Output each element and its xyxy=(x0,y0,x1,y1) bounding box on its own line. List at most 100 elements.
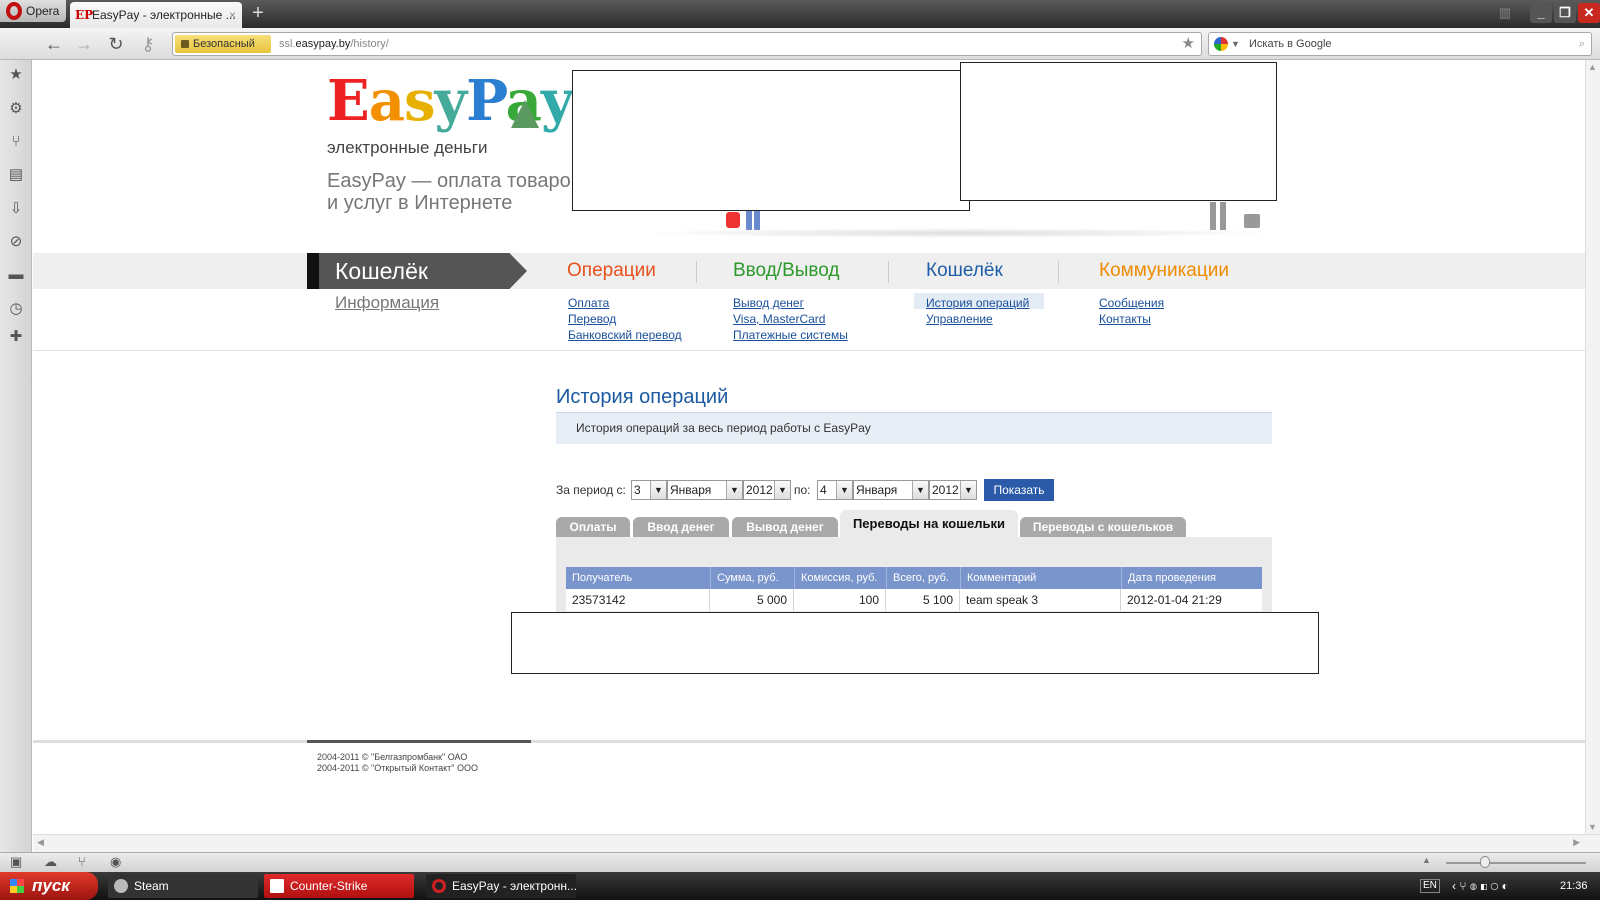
show-button[interactable]: Показать xyxy=(984,479,1054,501)
add-panel-icon[interactable]: ✚ xyxy=(7,328,25,346)
taskbar-cs-label: Counter-Strike xyxy=(290,879,368,893)
tab-payments[interactable]: Оплаты xyxy=(556,517,630,537)
figure-gray-icon xyxy=(1220,202,1226,230)
taskbar-counter-strike[interactable]: Counter-Strike xyxy=(264,874,414,898)
downloads-icon[interactable]: ⇩ xyxy=(7,200,25,218)
chevron-down-icon: ▼ xyxy=(836,481,852,499)
reload-button[interactable]: ↻ xyxy=(104,32,128,56)
column-header-comment[interactable]: Комментарий xyxy=(960,567,1121,589)
to-month-select[interactable]: Января ▼ xyxy=(853,480,929,500)
tab-title: EasyPay - электронные ... xyxy=(92,8,236,22)
close-window-button[interactable]: ✕ xyxy=(1578,3,1600,23)
panel-toggle-icon[interactable]: ▣ xyxy=(10,854,22,870)
column-header-date[interactable]: Дата проведения xyxy=(1121,567,1262,589)
active-section-wallet[interactable]: Кошелёк xyxy=(307,253,527,289)
menu-communications[interactable]: Коммуникации xyxy=(1099,258,1229,284)
menu-divider xyxy=(696,261,697,283)
clock[interactable]: 21:36 xyxy=(1560,872,1588,900)
restore-button[interactable]: ❐ xyxy=(1554,3,1576,23)
opera-logo-icon xyxy=(6,2,22,20)
links-icon[interactable]: ⊘ xyxy=(7,233,25,251)
to-year-select[interactable]: 2012 ▼ xyxy=(929,480,977,500)
column-header-commission[interactable]: Комиссия, руб. xyxy=(794,567,886,589)
zoom-slider[interactable] xyxy=(1446,862,1586,864)
taskbar-steam[interactable]: Steam xyxy=(108,874,258,898)
submenu-payment[interactable]: Оплата xyxy=(568,295,682,311)
opera-icon xyxy=(432,879,446,893)
tab-close-icon[interactable]: × xyxy=(229,2,236,28)
scroll-right-icon[interactable]: ▶ xyxy=(1573,837,1580,848)
horizontal-scrollbar[interactable]: ◀ ▶ xyxy=(33,834,1600,852)
scroll-left-icon[interactable]: ◀ xyxy=(37,837,44,848)
language-indicator[interactable]: EN xyxy=(1420,879,1440,893)
submenu-transfer[interactable]: Перевод xyxy=(568,311,682,327)
from-year-select[interactable]: 2012 ▼ xyxy=(743,480,791,500)
submenu-history[interactable]: История операций xyxy=(926,295,1029,311)
panels-icon[interactable]: ▬ xyxy=(7,266,25,284)
submenu-management[interactable]: Управление xyxy=(926,311,1029,327)
view-icon[interactable]: ▲ xyxy=(1422,855,1431,865)
settings-gear-icon[interactable]: ⚙ xyxy=(7,100,25,118)
submenu-withdraw[interactable]: Вывод денег xyxy=(733,295,848,311)
opera-menu-button[interactable]: Opera xyxy=(0,0,66,22)
address-bar[interactable]: Безопасный ssl.easypay.by/history/ ★ xyxy=(172,32,1202,56)
cloud-icon[interactable]: ☁ xyxy=(44,854,57,870)
new-tab-button[interactable]: + xyxy=(248,2,268,24)
chevron-down-icon: ▼ xyxy=(726,481,742,499)
info-link[interactable]: Информация xyxy=(335,293,439,313)
column-header-total[interactable]: Всего, руб. xyxy=(886,567,960,589)
scroll-down-icon[interactable]: ▼ xyxy=(1588,822,1597,832)
submenu-operations: Оплата Перевод Банковский перевод xyxy=(568,295,682,343)
tab-easypay[interactable]: EP EasyPay - электронные ... × xyxy=(70,2,242,28)
zoom-slider-handle[interactable] xyxy=(1480,856,1490,868)
speed-dial-icon[interactable]: ◉ xyxy=(110,854,121,870)
submenu-contacts[interactable]: Контакты xyxy=(1099,311,1164,327)
submenu-messages[interactable]: Сообщения xyxy=(1099,295,1164,311)
tab-transfers-to-wallets[interactable]: Переводы на кошельки xyxy=(840,510,1018,537)
forward-button[interactable]: → xyxy=(72,32,96,56)
scroll-up-icon[interactable]: ▲ xyxy=(1588,62,1597,72)
easypay-favicon-icon: EP xyxy=(75,8,94,22)
bookmark-star-icon[interactable]: ★ xyxy=(1182,33,1195,55)
key-icon[interactable]: ⚷ xyxy=(136,32,160,56)
tray-icons[interactable]: ‹ ⑂ ◍ ◧ ◯ ◐ xyxy=(1452,872,1509,900)
column-header-recipient[interactable]: Получатель xyxy=(566,567,710,589)
tab-deposits[interactable]: Ввод денег xyxy=(633,517,729,537)
bookmarks-icon[interactable]: ★ xyxy=(7,66,25,84)
security-badge[interactable]: Безопасный xyxy=(175,35,271,53)
submenu-payment-systems[interactable]: Платежные системы xyxy=(733,327,848,343)
column-header-amount[interactable]: Сумма, руб. xyxy=(710,567,794,589)
logo-letter: y xyxy=(540,68,574,134)
cell-total: 5 100 xyxy=(886,589,960,611)
search-dropdown-icon[interactable]: ▼ xyxy=(1231,33,1240,55)
unite-icon[interactable]: ⑂ xyxy=(7,133,25,151)
menu-operations[interactable]: Операции xyxy=(567,258,656,284)
browser-statusbar: ▣ ☁ ⑂ ◉ ▲ xyxy=(0,852,1600,872)
back-button[interactable]: ← xyxy=(42,32,66,56)
taskbar-easypay[interactable]: EasyPay - электронн... xyxy=(426,874,576,898)
to-day-select[interactable]: 4 ▼ xyxy=(817,480,853,500)
taskbar-steam-label: Steam xyxy=(134,879,169,893)
from-month-value: Января xyxy=(670,483,712,497)
submenu-visa-mastercard[interactable]: Visa, MasterCard xyxy=(733,311,848,327)
figure-blue-icon xyxy=(754,210,760,230)
submenu-bank-transfer[interactable]: Банковский перевод xyxy=(568,327,682,343)
footer-divider xyxy=(33,740,1585,743)
search-input[interactable]: ▼ Искать в Google ⌕ xyxy=(1208,32,1592,56)
unite-status-icon[interactable]: ⑂ xyxy=(78,854,86,869)
menu-input-output[interactable]: Ввод/Вывод xyxy=(733,258,840,284)
from-month-select[interactable]: Января ▼ xyxy=(667,480,743,500)
minimize-button[interactable]: _ xyxy=(1530,3,1552,23)
notes-icon[interactable]: ▤ xyxy=(7,166,25,184)
history-clock-icon[interactable]: ◷ xyxy=(7,300,25,318)
tab-withdrawals[interactable]: Вывод денег xyxy=(732,517,838,537)
url-text[interactable]: ssl.easypay.by/history/ xyxy=(279,33,389,55)
from-day-select[interactable]: 3 ▼ xyxy=(631,480,667,500)
search-icon[interactable]: ⌕ xyxy=(1579,33,1585,55)
tab-transfers-from-wallets[interactable]: Переводы с кошельков xyxy=(1020,517,1186,537)
trash-icon[interactable]: ▥ xyxy=(1494,3,1516,23)
chevron-down-icon: ▼ xyxy=(774,481,790,499)
start-button[interactable]: пуск xyxy=(0,872,98,900)
menu-wallet[interactable]: Кошелёк xyxy=(926,258,1003,284)
vertical-scrollbar[interactable]: ▲ ▼ xyxy=(1585,60,1600,834)
